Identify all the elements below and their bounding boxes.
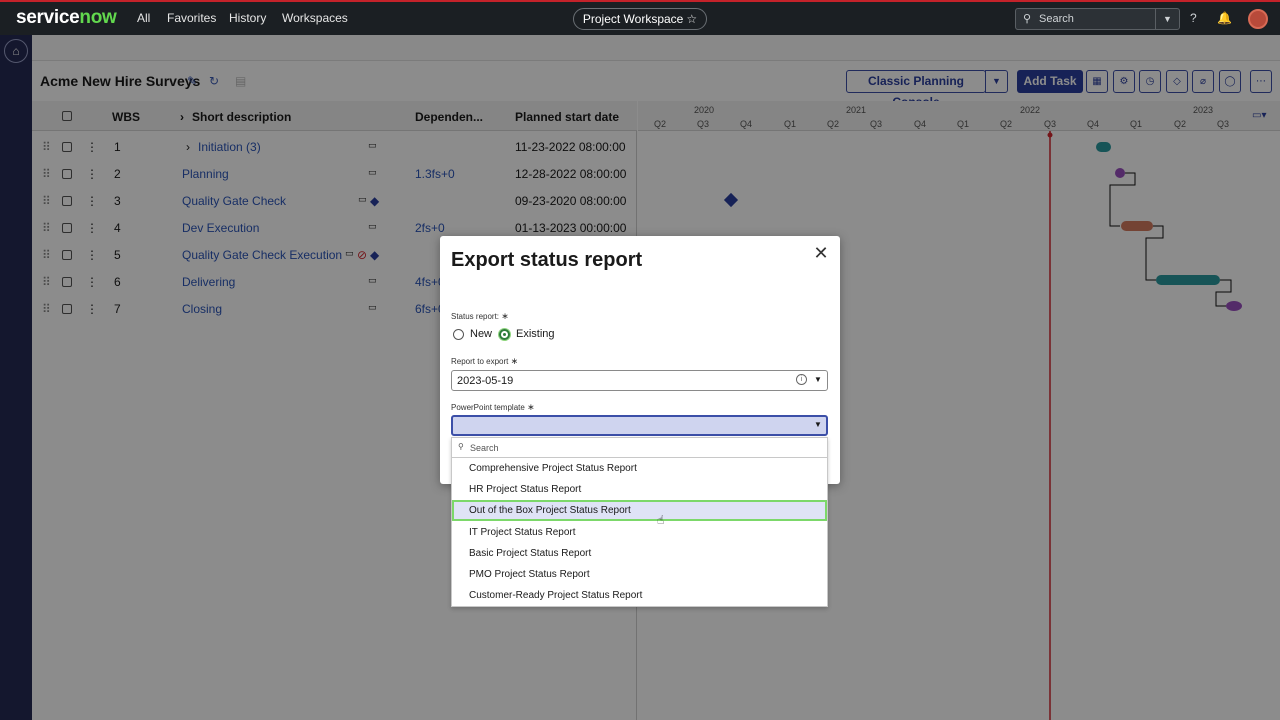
modal-backdrop-rail [0, 35, 32, 720]
list-item[interactable]: Customer-Ready Project Status Report [452, 585, 827, 606]
star-icon[interactable]: ☆ [686, 12, 697, 26]
radio-new[interactable] [453, 329, 464, 340]
powerpoint-template-label: PowerPoint template ∗ [451, 402, 535, 412]
list-item[interactable]: PMO Project Status Report [452, 564, 827, 585]
search-icon: ⚲ [458, 442, 464, 451]
top-nav: servicenow All Favorites History Workspa… [0, 0, 1280, 35]
report-to-export-select[interactable]: 2023-05-19 i ▼ [451, 370, 828, 391]
report-to-export-value: 2023-05-19 [457, 375, 514, 387]
list-item[interactable]: Basic Project Status Report [452, 543, 827, 564]
nav-workspaces[interactable]: Workspaces [282, 11, 348, 25]
list-item-highlighted[interactable]: Out of the Box Project Status Report [452, 500, 827, 521]
template-dropdown-list: ⚲ Comprehensive Project Status Report HR… [451, 437, 828, 607]
radio-existing-label[interactable]: Existing [516, 328, 555, 340]
bell-icon[interactable]: 🔔 [1217, 11, 1232, 25]
dropdown-search-input[interactable] [470, 440, 820, 455]
powerpoint-template-select[interactable]: ▼ [451, 415, 828, 436]
search-placeholder: Search [1039, 13, 1074, 25]
chevron-down-icon[interactable]: ▼ [1155, 9, 1179, 29]
mouse-cursor-icon: ☝ [657, 513, 665, 527]
list-item[interactable]: HR Project Status Report [452, 479, 827, 500]
report-to-export-label: Report to export ∗ [451, 356, 519, 366]
nav-favorites[interactable]: Favorites [167, 11, 216, 25]
status-report-label: Status report: ∗ [451, 311, 509, 321]
chevron-down-icon[interactable]: ▼ [814, 420, 822, 429]
avatar[interactable] [1248, 9, 1268, 29]
close-icon[interactable]: ✕ [812, 244, 830, 262]
servicenow-logo[interactable]: servicenow [16, 7, 117, 29]
dialog-title: Export status report [451, 249, 643, 271]
nav-all[interactable]: All [137, 11, 150, 25]
help-icon[interactable]: ? [1190, 11, 1197, 25]
search-icon: ⚲ [1023, 13, 1032, 25]
radio-new-label[interactable]: New [470, 328, 492, 340]
list-item[interactable]: IT Project Status Report [452, 522, 827, 543]
dropdown-search: ⚲ [452, 438, 827, 458]
global-search[interactable]: ⚲ Search ▼ [1015, 8, 1180, 30]
list-item[interactable]: Comprehensive Project Status Report [452, 458, 827, 479]
workspace-pill[interactable]: Project Workspace ☆ [573, 8, 707, 30]
radio-existing[interactable] [499, 329, 510, 340]
info-icon[interactable]: i [796, 374, 807, 385]
chevron-down-icon[interactable]: ▼ [814, 375, 822, 384]
nav-history[interactable]: History [229, 11, 266, 25]
